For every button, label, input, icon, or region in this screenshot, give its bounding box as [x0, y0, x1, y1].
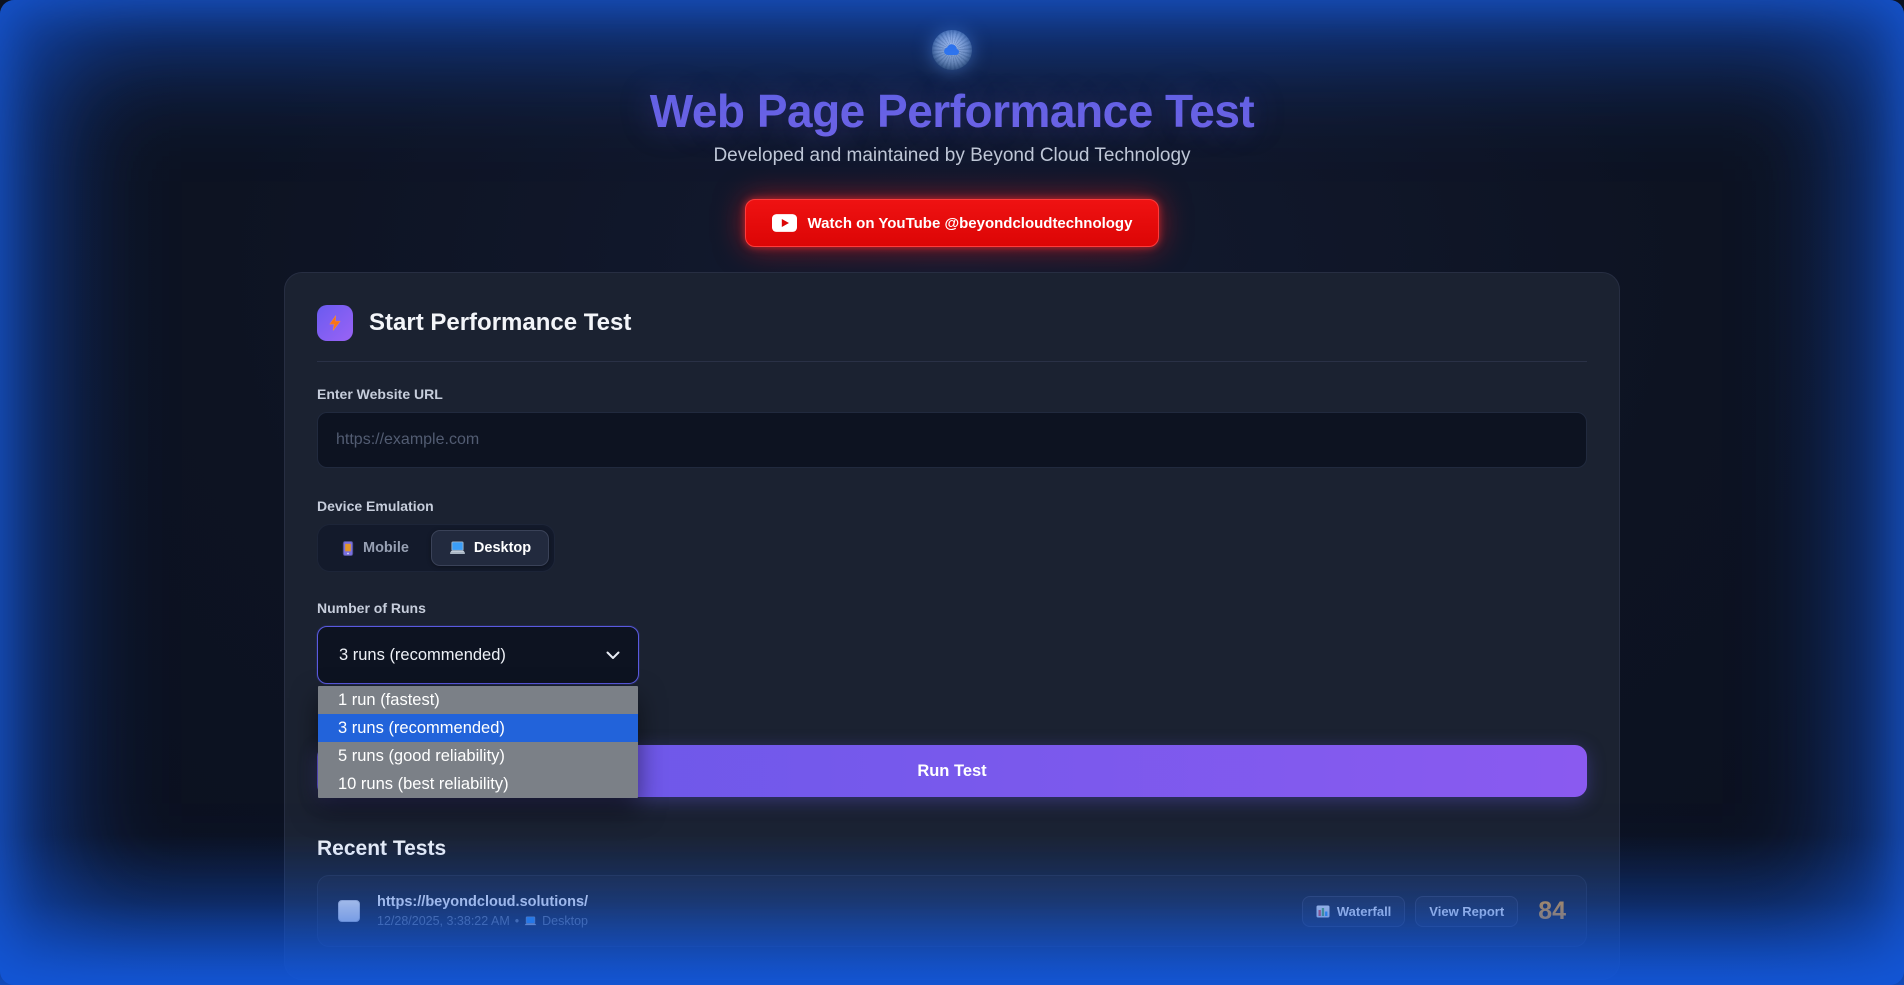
recent-test-url[interactable]: https://beyondcloud.solutions/	[377, 894, 588, 910]
mobile-phone-icon	[341, 541, 355, 556]
page-header: Web Page Performance Test Developed and …	[0, 0, 1904, 247]
page-title: Web Page Performance Test	[0, 84, 1904, 138]
view-report-button-label: View Report	[1429, 904, 1504, 919]
start-performance-test-panel: Start Performance Test Enter Website URL…	[284, 272, 1620, 980]
recent-test-device: Desktop	[542, 914, 588, 928]
runs-option-10-runs[interactable]: 10 runs (best reliability)	[318, 770, 638, 798]
url-field-label: Enter Website URL	[317, 386, 1587, 402]
device-option-mobile[interactable]: Mobile	[323, 530, 427, 566]
runs-select-value: 3 runs (recommended)	[339, 646, 506, 665]
runs-dropdown-list: 1 run (fastest) 3 runs (recommended) 5 r…	[318, 686, 638, 798]
meta-separator: •	[515, 914, 519, 928]
device-option-desktop-label: Desktop	[474, 540, 531, 556]
view-report-button[interactable]: View Report	[1415, 896, 1518, 927]
watch-on-youtube-button[interactable]: Watch on YouTube @beyondcloudtechnology	[745, 199, 1160, 247]
lightning-bolt-icon	[326, 314, 344, 332]
recent-test-info: https://beyondcloud.solutions/ 12/28/202…	[377, 894, 588, 928]
device-emulation-toggle: Mobile Desktop	[317, 524, 555, 572]
recent-tests-heading: Recent Tests	[317, 837, 1587, 861]
youtube-play-icon	[772, 214, 797, 232]
bar-chart-icon	[1316, 905, 1330, 918]
number-of-runs-label: Number of Runs	[317, 600, 1587, 616]
recent-test-row: https://beyondcloud.solutions/ 12/28/202…	[317, 875, 1587, 947]
device-option-desktop[interactable]: Desktop	[431, 530, 549, 566]
device-emulation-label: Device Emulation	[317, 498, 1587, 514]
cloud-icon	[942, 40, 962, 60]
runs-select[interactable]: 3 runs (recommended)	[317, 626, 639, 684]
runs-option-1-run[interactable]: 1 run (fastest)	[318, 686, 638, 714]
waterfall-button[interactable]: Waterfall	[1302, 896, 1405, 927]
performance-score-badge: 84	[1538, 897, 1566, 926]
recent-test-datetime: 12/28/2025, 3:38:22 AM	[377, 914, 510, 928]
youtube-button-label: Watch on YouTube @beyondcloudtechnology	[808, 215, 1133, 232]
recent-test-meta: 12/28/2025, 3:38:22 AM • Desktop	[377, 914, 588, 928]
panel-header: Start Performance Test	[317, 305, 1587, 341]
page-subtitle: Developed and maintained by Beyond Cloud…	[0, 145, 1904, 167]
device-option-mobile-label: Mobile	[363, 540, 409, 556]
laptop-icon	[449, 541, 466, 555]
laptop-icon	[524, 916, 537, 927]
chevron-down-icon	[606, 651, 620, 660]
recent-test-actions: Waterfall View Report 84	[1302, 896, 1566, 927]
panel-divider	[317, 361, 1587, 362]
beyond-cloud-logo	[932, 30, 972, 70]
waterfall-button-label: Waterfall	[1337, 904, 1391, 919]
number-of-runs-field: 3 runs (recommended) 1 run (fastest) 3 r…	[317, 626, 639, 684]
panel-title: Start Performance Test	[369, 309, 631, 337]
runs-option-5-runs[interactable]: 5 runs (good reliability)	[318, 742, 638, 770]
recent-test-checkbox[interactable]	[338, 900, 360, 922]
website-url-input[interactable]	[317, 412, 1587, 468]
runs-option-3-runs[interactable]: 3 runs (recommended)	[318, 714, 638, 742]
lightning-badge	[317, 305, 353, 341]
